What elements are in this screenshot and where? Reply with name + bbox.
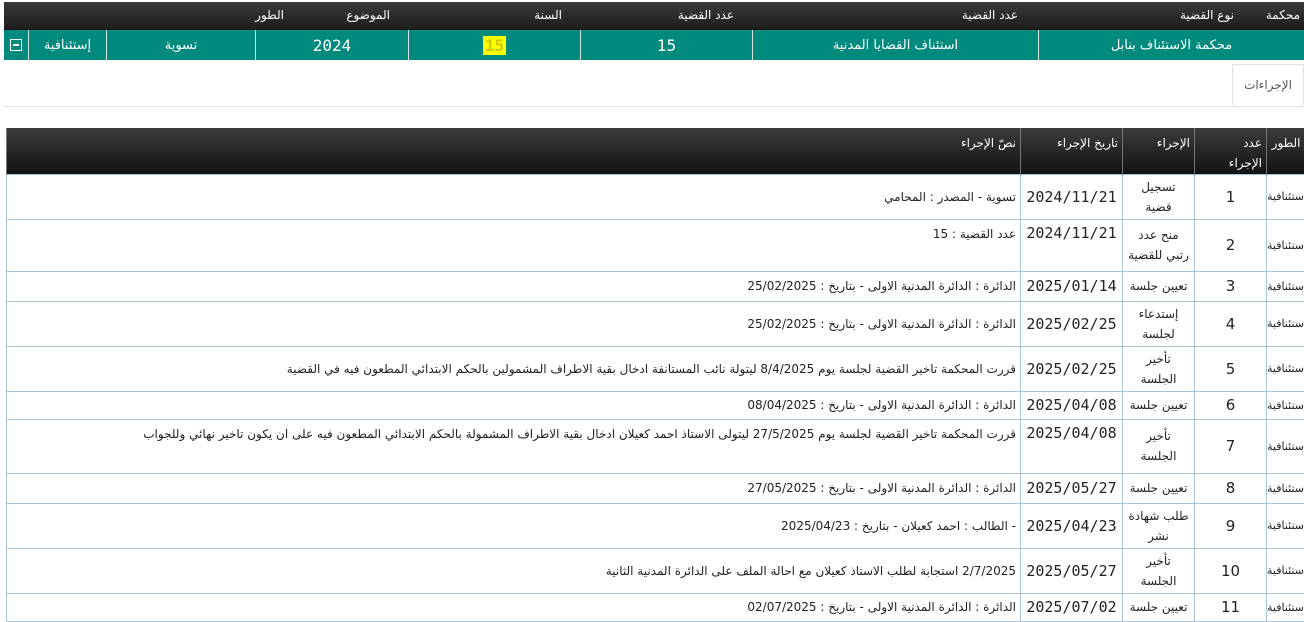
minus-box-icon[interactable] [10,39,22,51]
row-action: تسجيل قضية [1123,174,1195,219]
row-action: تأخير الجلسة [1123,346,1195,391]
year-cell: 2024 [255,30,408,60]
col-stage: الطور [4,2,288,30]
court-cell: محكمة الاستئناف بنابل [1038,30,1304,60]
row-text: الدائرة : الدائرة المدنية الاولى - بتاري… [7,593,1021,621]
row-date: 2025/02/25 [1021,301,1123,346]
table-row[interactable]: إستئنافية 11 تعيين جلسة 2025/07/02 الدائ… [7,593,1304,621]
subject-cell: تسوية [106,30,255,60]
row-number: 3 [1195,271,1267,301]
row-stage: إستئنافية [1267,419,1304,473]
row-date: 2025/04/08 [1021,419,1123,473]
row-text: الدائرة : الدائرة المدنية الاولى - بتاري… [7,391,1021,419]
row-number: 1 [1195,174,1267,219]
table-row[interactable]: إستئنافية 1 تسجيل قضية 2024/11/21 تسوية … [7,174,1304,219]
row-date: 2025/02/25 [1021,346,1123,391]
row-stage: إستئنافية [1267,503,1304,548]
col-case-number-2: عدد القضية [566,2,738,30]
row-date: 2024/11/21 [1021,219,1123,271]
case-type-cell: استئناف القضايا المدنية [752,30,1038,60]
table-row[interactable]: إستئنافية 7 تأخير الجلسة 2025/04/08 قررت… [7,419,1304,473]
row-action: تعيين جلسة [1123,473,1195,503]
row-text: تسوية - المصدر : المحامي [7,174,1021,219]
header-action: الإجراء [1123,128,1195,174]
case-number-highlight-cell: 15 [408,30,580,60]
highlighted-case-number: 15 [483,36,506,55]
row-number: 2 [1195,219,1267,271]
header-number-line2: الإجراء [1199,156,1262,170]
row-date: 2025/01/14 [1021,271,1123,301]
header-number: عدد الإجراء [1195,128,1267,174]
col-case-type: نوع القضية [1022,2,1238,30]
row-number: 7 [1195,419,1267,473]
row-stage: إستئنافية [1267,473,1304,503]
row-text: الدائرة : الدائرة المدنية الاولى - بتاري… [7,301,1021,346]
row-text: الدائرة : الدائرة المدنية الاولى - بتاري… [7,271,1021,301]
row-number: 5 [1195,346,1267,391]
row-text: - الطالب : احمد كعيلان - بتاريخ : 2025/0… [7,503,1021,548]
procedures-header-row: الطور عدد الإجراء الإجراء تاريخ الإجراء … [7,128,1304,174]
row-action: منح عدد رتبي للقضية [1123,219,1195,271]
row-action: إستدعاء لجلسة [1123,301,1195,346]
row-action: تعيين جلسة [1123,271,1195,301]
row-action: تأخير الجلسة [1123,548,1195,593]
case-data-row[interactable]: محكمة الاستئناف بنابل استئناف القضايا ال… [4,30,1304,60]
header-date: تاريخ الإجراء [1021,128,1123,174]
row-date: 2025/07/02 [1021,593,1123,621]
row-date: 2025/04/08 [1021,391,1123,419]
row-stage: إستئنافية [1267,271,1304,301]
row-stage: إستئنافية [1267,391,1304,419]
table-row[interactable]: إستئنافية 3 تعيين جلسة 2025/01/14 الدائر… [7,271,1304,301]
row-text: عدد القضية : 15 [7,219,1021,271]
table-row[interactable]: إستئنافية 4 إستدعاء لجلسة 2025/02/25 الد… [7,301,1304,346]
row-date: 2025/05/27 [1021,548,1123,593]
row-number: 10 [1195,548,1267,593]
case-header-row: محكمة نوع القضية عدد القضية عدد القضية ا… [4,2,1304,30]
row-stage: إستئنافية [1267,548,1304,593]
row-stage: إستئنافية [1267,219,1304,271]
row-action: تأخير الجلسة [1123,419,1195,473]
table-row[interactable]: إستئنافية 8 تعيين جلسة 2025/05/27 الدائر… [7,473,1304,503]
table-row[interactable]: إستئنافية 2 منح عدد رتبي للقضية 2024/11/… [7,219,1304,271]
row-number: 4 [1195,301,1267,346]
row-text: الدائرة : الدائرة المدنية الاولى - بتاري… [7,473,1021,503]
row-text: قررت المحكمة تاخير القضية لجلسة يوم 27/5… [7,419,1021,473]
row-stage: إستئنافية [1267,301,1304,346]
row-date: 2025/05/27 [1021,473,1123,503]
row-date: 2024/11/21 [1021,174,1123,219]
stage-cell: إستئنافية [28,30,106,60]
tab-bar: الإجراءات [4,64,1304,107]
tab-procedures[interactable]: الإجراءات [1232,64,1304,106]
row-text: 2/7/2025 استجابة لطلب الاستاذ كعيلان مع … [7,548,1021,593]
col-year: السنة [394,2,566,30]
case-header-table: محكمة نوع القضية عدد القضية عدد القضية ا… [4,2,1304,60]
header-stage: الطور [1267,128,1304,174]
table-row[interactable]: إستئنافية 9 طلب شهادة نشر 2025/04/23 - ا… [7,503,1304,548]
header-text: نصّ الإجراء [7,128,1021,174]
row-number: 11 [1195,593,1267,621]
table-row[interactable]: إستئنافية 6 تعيين جلسة 2025/04/08 الدائر… [7,391,1304,419]
header-number-line1: عدد [1199,136,1262,150]
row-action: تعيين جلسة [1123,391,1195,419]
case-number-cell: 15 [580,30,752,60]
row-stage: إستئنافية [1267,346,1304,391]
row-date: 2025/04/23 [1021,503,1123,548]
row-action: تعيين جلسة [1123,593,1195,621]
collapse-cell[interactable] [4,30,28,60]
row-text: قررت المحكمة تاخير القضية لجلسة يوم 8/4/… [7,346,1021,391]
row-stage: إستئنافية [1267,174,1304,219]
col-case-number: عدد القضية [738,2,1022,30]
row-stage: إستئنافية [1267,593,1304,621]
row-number: 9 [1195,503,1267,548]
row-action: طلب شهادة نشر [1123,503,1195,548]
col-subject: الموضوع [288,2,394,30]
col-court: محكمة [1238,2,1304,30]
row-number: 6 [1195,391,1267,419]
row-number: 8 [1195,473,1267,503]
table-row[interactable]: إستئنافية 10 تأخير الجلسة 2025/05/27 2/7… [7,548,1304,593]
table-row[interactable]: إستئنافية 5 تأخير الجلسة 2025/02/25 قررت… [7,346,1304,391]
procedures-table: الطور عدد الإجراء الإجراء تاريخ الإجراء … [6,128,1304,622]
